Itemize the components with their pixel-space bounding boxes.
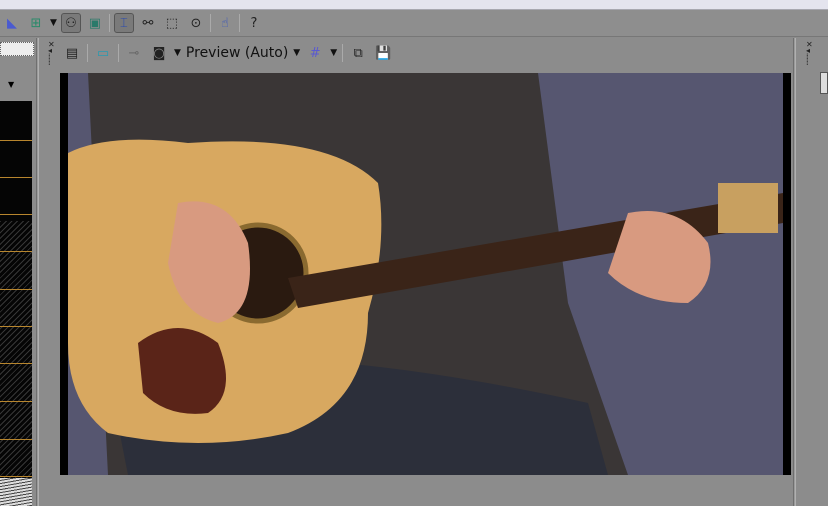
selection-edit-icon[interactable]: ⬚ xyxy=(162,13,182,33)
envelope-edit-icon[interactable]: ⚯ xyxy=(138,13,158,33)
toolbar-divider xyxy=(87,44,88,62)
window-top-strip xyxy=(0,0,828,10)
preview-toolbar: ▤ ▭ ⊸ ◙ ▼ Preview (Auto) ▼ # ▼ ⧉ 💾 xyxy=(62,40,422,66)
overlays-dropdown[interactable]: ▼ xyxy=(330,48,337,58)
toolbar-divider xyxy=(342,44,344,62)
scope-gridline xyxy=(0,289,32,290)
panel-splitter[interactable] xyxy=(793,38,796,506)
fx-icon[interactable]: ☝ xyxy=(215,13,235,33)
save-snapshot-icon[interactable]: 💾 xyxy=(373,43,393,63)
scope-gridline xyxy=(0,251,32,252)
waveform-scope xyxy=(0,101,32,506)
panel-tab[interactable] xyxy=(820,72,828,94)
video-preview-properties-icon[interactable]: ▤ xyxy=(62,43,82,63)
video-preview xyxy=(60,73,791,475)
close-icon[interactable]: ✕ ◂ ⁞ ⁞ xyxy=(806,41,813,67)
toolbar-divider xyxy=(238,14,240,32)
preview-mode-dropdown[interactable]: ▼ xyxy=(174,48,181,58)
toolbar-divider xyxy=(118,44,119,62)
insert-track-dropdown[interactable]: ▼ xyxy=(50,18,57,28)
toolbar-divider xyxy=(108,14,110,32)
preview-quality-dropdown[interactable]: ▼ xyxy=(293,48,300,58)
scope-gridline xyxy=(0,439,32,440)
zoom-edit-icon[interactable]: ⊙ xyxy=(186,13,206,33)
insert-track-icon[interactable]: ⊞ xyxy=(26,13,46,33)
main-toolbar: ◣ ⊞ ▼ ⚇ ▣ ⌶ ⚯ ⬚ ⊙ ☝ ? xyxy=(0,10,828,37)
scope-gridline xyxy=(0,214,32,215)
scope-gridline xyxy=(0,476,32,477)
normal-edit-icon[interactable]: ⌶ xyxy=(113,13,134,33)
external-monitor-icon[interactable]: ▭ xyxy=(93,43,113,63)
preview-quality-select[interactable]: Preview (Auto) xyxy=(186,45,288,61)
normal-edit-tool-icon[interactable]: ◣ xyxy=(2,13,22,33)
copy-snapshot-icon[interactable]: ⧉ xyxy=(348,43,368,63)
close-icon[interactable]: ✕ ◂ ⁞ ⁞ xyxy=(48,41,55,67)
auto-ripple-icon[interactable]: ⚇ xyxy=(60,13,81,33)
panel-splitter[interactable] xyxy=(36,38,39,506)
right-docked-panel: ✕ ◂ ⁞ ⁞ xyxy=(800,38,828,506)
whats-this-help-icon[interactable]: ? xyxy=(244,13,264,33)
scopes-dropdown[interactable]: ▼ xyxy=(8,80,14,89)
toolbar-divider xyxy=(209,14,211,32)
split-screen-icon[interactable]: ⊸ xyxy=(124,43,144,63)
scope-gridline xyxy=(0,140,32,141)
scope-gridline xyxy=(0,401,32,402)
scopes-field[interactable] xyxy=(0,42,34,56)
overlays-icon[interactable]: # xyxy=(305,43,325,63)
preview-mode-icon[interactable]: ◙ xyxy=(149,43,169,63)
scope-gridline xyxy=(0,177,32,178)
lock-envelopes-icon[interactable]: ▣ xyxy=(85,13,105,33)
video-frame-image xyxy=(68,73,783,475)
scope-gridline xyxy=(0,363,32,364)
scope-highlight xyxy=(0,478,32,506)
scope-gridline xyxy=(0,326,32,327)
